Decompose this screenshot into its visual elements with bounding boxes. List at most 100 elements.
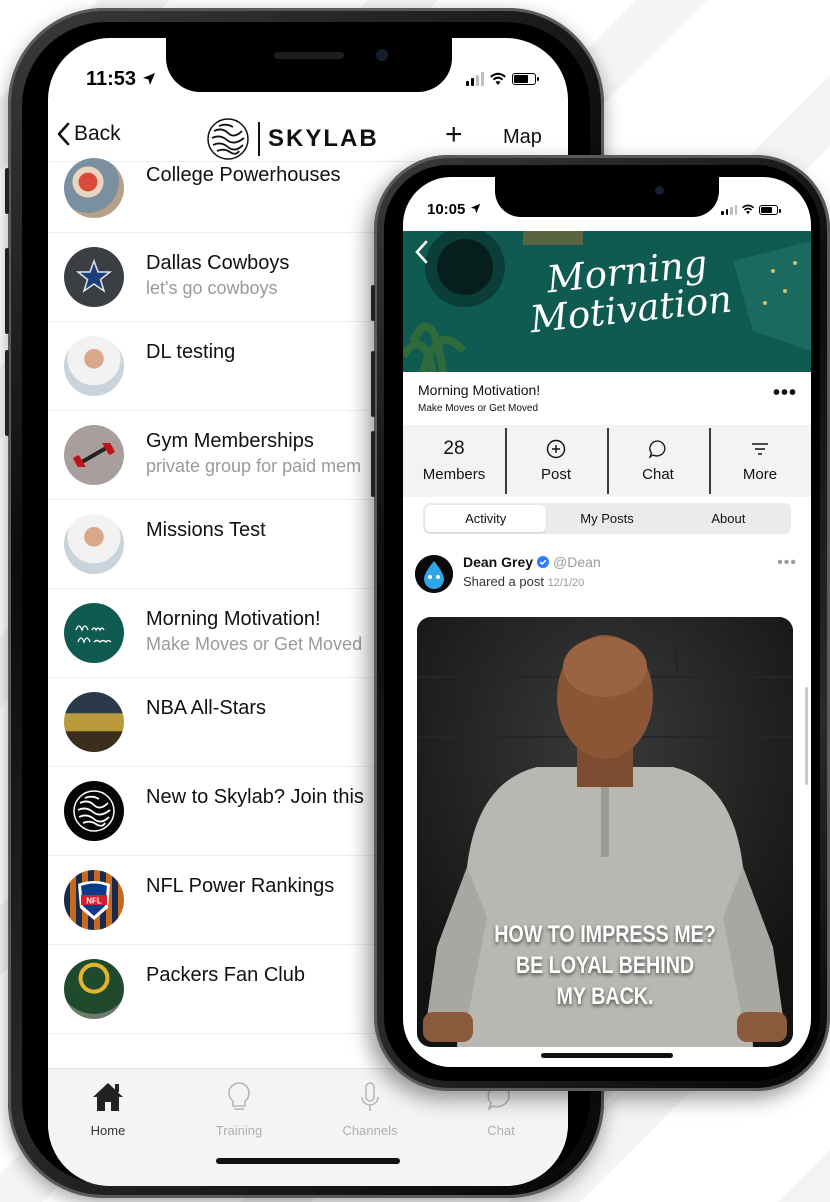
avatar[interactable]: [415, 555, 453, 593]
signal-icon: [721, 204, 737, 215]
channel-avatar: [64, 959, 124, 1019]
signal-icon: [466, 72, 484, 86]
post-button[interactable]: Post: [505, 425, 607, 497]
speaker: [274, 52, 344, 59]
volume-up-button: [371, 351, 375, 417]
tab-home[interactable]: Home: [58, 1081, 158, 1138]
front-camera: [376, 49, 388, 61]
stat-label: Members: [422, 466, 486, 483]
mute-switch: [371, 285, 375, 321]
group-screen: 10:05 Morning Motivation Morning Motivat…: [403, 177, 811, 1067]
channel-title: Dallas Cowboys: [146, 252, 290, 274]
filter-lines-icon: [752, 443, 768, 455]
tab-label: Training: [215, 1123, 263, 1138]
status-time-text: 11:53: [86, 68, 137, 90]
more-button[interactable]: More: [709, 425, 811, 497]
svg-text:NFL: NFL: [86, 897, 102, 906]
tab-label: Channels: [342, 1123, 398, 1138]
group-more-button[interactable]: •••: [773, 382, 797, 405]
home-icon: [93, 1083, 123, 1111]
morning-motivation-logo-icon: [75, 625, 112, 644]
tab-training[interactable]: Training: [189, 1081, 289, 1138]
channel-avatar: [64, 247, 124, 307]
chat-bubble-icon: [648, 440, 666, 459]
tab-label: Home: [90, 1123, 126, 1138]
back-button[interactable]: Back: [56, 122, 121, 146]
group-subtitle: Make Moves or Get Moved: [418, 403, 539, 414]
group-name: Morning Motivation!: [418, 382, 541, 398]
nfl-shield-icon: NFL: [78, 881, 110, 920]
channel-title: New to Skylab? Join this: [146, 786, 364, 808]
group-banner: Morning Motivation: [403, 231, 811, 372]
members-button[interactable]: 28 Members: [403, 425, 505, 497]
add-button[interactable]: +: [445, 120, 463, 150]
quote-line: HOW TO IMPRESS ME?: [494, 921, 716, 948]
channel-title: DL testing: [146, 341, 236, 363]
tab-about[interactable]: About: [668, 505, 789, 532]
skylab-logo-icon: [73, 790, 115, 832]
channel-title: NBA All-Stars: [146, 697, 267, 719]
author-handle: @Dean: [553, 554, 601, 570]
stat-label: More: [742, 466, 778, 483]
status-time-text: 10:05: [427, 201, 466, 218]
channel-subtitle: let's go cowboys: [146, 278, 278, 298]
wifi-icon: [741, 204, 755, 215]
microphone-icon: [361, 1082, 379, 1111]
battery-icon: [512, 73, 539, 85]
phone-front: 10:05 Morning Motivation Morning Motivat…: [371, 155, 830, 1091]
stat-label: Post: [540, 466, 571, 483]
wifi-icon: [490, 72, 506, 85]
group-tabs: Activity My Posts About: [423, 503, 791, 534]
tab-activity[interactable]: Activity: [425, 505, 547, 532]
dumbbell-icon: [73, 443, 115, 467]
mute-switch: [5, 168, 9, 214]
skylab-logo-mark-icon: [207, 118, 249, 160]
skylab-logo: SKYLAB: [206, 116, 379, 162]
battery-icon: [759, 204, 781, 215]
chat-button[interactable]: Chat: [607, 425, 709, 497]
post-author[interactable]: Dean Grey @Dean: [463, 554, 601, 570]
tab-label: Chat: [487, 1123, 515, 1138]
channel-title: Morning Motivation!: [146, 608, 321, 630]
post-date: 12/1/20: [547, 577, 585, 589]
chevron-left-icon[interactable]: [413, 239, 429, 265]
post-more-button[interactable]: •••: [777, 554, 797, 572]
home-indicator[interactable]: [541, 1053, 673, 1058]
channel-subtitle: private group for paid mem: [146, 456, 362, 476]
lightbulb-icon: [228, 1082, 250, 1110]
volume-up-button: [5, 248, 9, 334]
channel-avatar: [64, 781, 124, 841]
status-icons: [466, 72, 539, 86]
status-time: 11:53: [86, 68, 156, 91]
status-time: 10:05: [427, 201, 481, 218]
group-header: Morning Motivation! Make Moves or Get Mo…: [403, 372, 811, 424]
scrollbar[interactable]: [805, 687, 808, 785]
tab-channels[interactable]: Channels: [320, 1081, 420, 1138]
logo-divider: [258, 122, 260, 156]
channel-title: Packers Fan Club: [146, 964, 305, 986]
group-actions: 28 Members Post Chat More: [403, 425, 811, 497]
droplet-mascot-icon: [415, 555, 453, 593]
channel-avatar: [64, 336, 124, 396]
front-camera: [655, 186, 664, 195]
map-button[interactable]: Map: [503, 126, 542, 149]
quote-line: MY BACK.: [556, 983, 654, 1010]
channel-avatar: [64, 514, 124, 574]
post-header: Dean Grey @Dean Shared a post 12/1/20 ••…: [403, 542, 811, 602]
home-indicator[interactable]: [216, 1158, 400, 1164]
status-icons: [721, 204, 781, 215]
notch: [166, 38, 452, 92]
post-image[interactable]: HOW TO IMPRESS ME? BE LOYAL BEHIND MY BA…: [417, 617, 793, 1047]
tab-my-posts[interactable]: My Posts: [546, 505, 667, 532]
location-arrow-icon: [142, 73, 155, 85]
volume-down-button: [5, 350, 9, 436]
channel-title: Gym Memberships: [146, 430, 314, 452]
post-quote: HOW TO IMPRESS ME? BE LOYAL BEHIND MY BA…: [451, 919, 759, 1012]
logo-text: SKYLAB: [268, 125, 379, 152]
channel-title: College Powerhouses: [146, 164, 341, 186]
plus-circle-icon: [546, 439, 566, 459]
author-name: Dean Grey: [463, 554, 534, 570]
post-meta: Shared a post 12/1/20: [463, 574, 584, 589]
channel-title: NFL Power Rankings: [146, 875, 335, 897]
back-label: Back: [74, 122, 121, 145]
